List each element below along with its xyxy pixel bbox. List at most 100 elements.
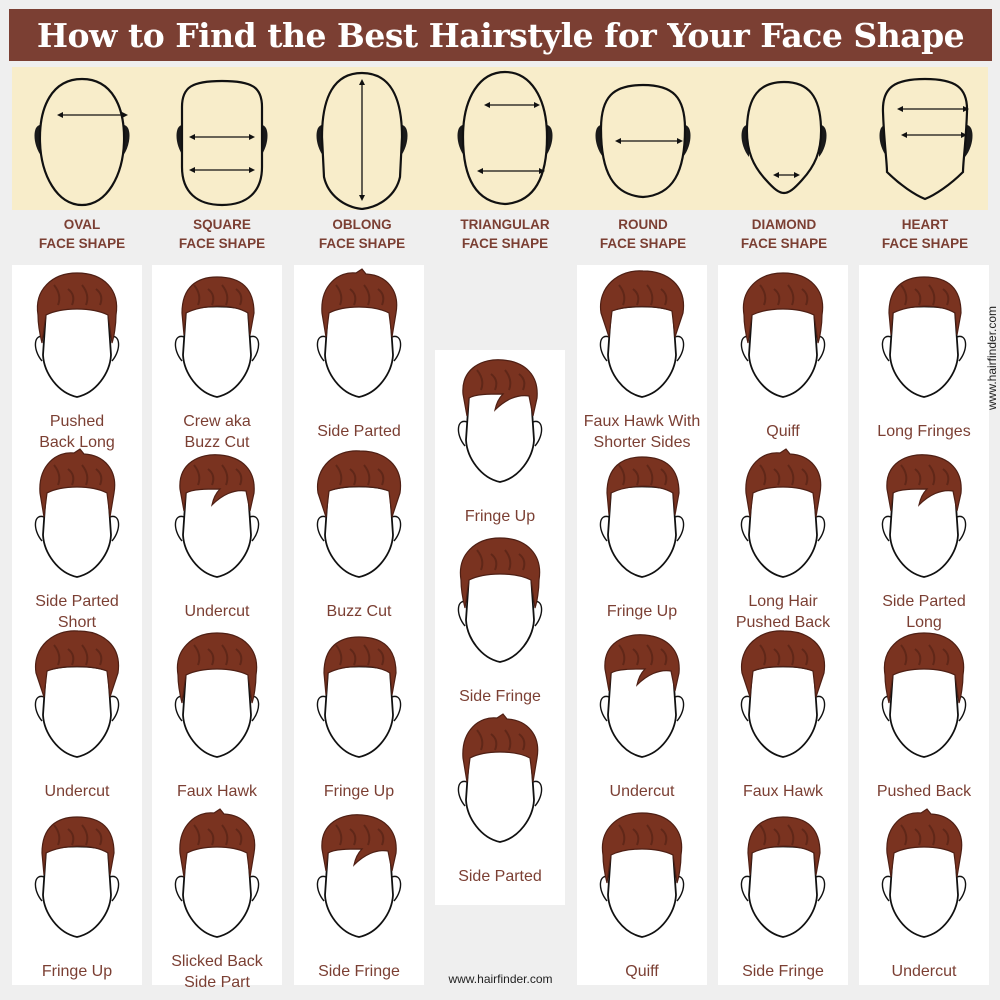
hairstyle-illustration-icon bbox=[34, 448, 120, 578]
hairstyle-card: Quiff bbox=[577, 805, 707, 985]
watermark-vertical: www.hairfinder.com bbox=[985, 305, 999, 410]
hairstyle-illustration-icon bbox=[740, 448, 826, 578]
hairstyle-column-diamond: Quiff Long Hair Pushed Back Faux Hawk Side F… bbox=[718, 265, 848, 985]
hairstyle-column-triangular: Fringe Up Side Fringe Side Parted bbox=[435, 350, 565, 905]
hairstyle-name: Slicked Back bbox=[171, 953, 263, 970]
face-outline bbox=[324, 665, 394, 758]
hairstyle-illustration-icon bbox=[881, 454, 967, 578]
hairstyle-illustration-icon bbox=[34, 630, 120, 758]
hairstyle-card: Fringe Up bbox=[435, 350, 565, 530]
hairstyle-illustration-icon bbox=[457, 359, 543, 483]
face-shape-suffix: FACE SHAPE bbox=[178, 236, 266, 251]
hairstyle-column-heart: Long Fringes Side Parted Long Pushed Back Un… bbox=[859, 265, 989, 985]
hairstyle-name: Faux Hawk With bbox=[583, 413, 701, 430]
hairstyle-card: Side Parted Short bbox=[12, 445, 142, 631]
hairstyle-name: Side Fringe bbox=[318, 963, 400, 980]
hairstyle-name: Side Parted bbox=[317, 423, 401, 440]
hairstyle-illustration-icon bbox=[174, 808, 260, 938]
face-shape-label: ROUND FACE SHAPE bbox=[573, 215, 713, 253]
face-outline bbox=[324, 305, 394, 398]
hairstyle-illustration-icon bbox=[34, 816, 120, 938]
face-shape-heart bbox=[855, 67, 995, 210]
hairstyle-card: Faux Hawk bbox=[718, 625, 848, 805]
face-shape-name: OBLONG bbox=[332, 217, 392, 232]
face-shape-name: HEART bbox=[901, 217, 949, 232]
hairstyle-name: Faux Hawk bbox=[742, 783, 824, 800]
hairstyle-label: Slicked Back Side Part bbox=[152, 951, 282, 993]
hairstyle-card: Fringe Up bbox=[294, 625, 424, 805]
face-outline-icon bbox=[457, 70, 553, 206]
hairstyle-card: Undercut bbox=[12, 625, 142, 805]
hairstyle-card: Fringe Up bbox=[12, 805, 142, 985]
hairstyle-label: Undercut bbox=[12, 781, 142, 802]
face-outline bbox=[748, 485, 818, 578]
face-outline bbox=[38, 77, 126, 207]
hairstyle-label: Fringe Up bbox=[294, 781, 424, 802]
hairstyle-card: Side Parted Long bbox=[859, 445, 989, 631]
face-shape-label: OVAL FACE SHAPE bbox=[12, 215, 152, 253]
hairstyle-name: Long Hair bbox=[748, 593, 818, 610]
hairstyle-card: Long Hair Pushed Back bbox=[718, 445, 848, 631]
hairstyle-name: Long Fringes bbox=[877, 423, 971, 440]
hairstyle-name: Undercut bbox=[184, 603, 250, 620]
hairstyle-name: Fringe Up bbox=[606, 603, 678, 620]
hairstyle-column-oval: Pushed Back Long Side Parted Short Undercut F… bbox=[12, 265, 142, 985]
hairstyle-name: Fringe Up bbox=[323, 783, 395, 800]
face-shape-name: OVAL bbox=[63, 217, 101, 232]
face-outline-icon bbox=[879, 77, 973, 201]
hairstyle-illustration-icon bbox=[457, 713, 543, 843]
hairstyle-label: Side Fringe bbox=[294, 961, 424, 982]
face-outline bbox=[889, 305, 959, 398]
hairstyle-illustration-icon bbox=[599, 270, 685, 398]
hairstyle-illustration-icon bbox=[457, 537, 543, 663]
face-outline bbox=[180, 79, 264, 207]
face-shape-triangular bbox=[435, 67, 575, 210]
hairstyle-card: Pushed Back bbox=[859, 625, 989, 805]
face-outline-icon bbox=[316, 71, 408, 210]
hairstyle-card: Buzz Cut bbox=[294, 445, 424, 625]
face-outline-icon bbox=[595, 83, 691, 199]
hairstyle-card: Faux Hawk bbox=[152, 625, 282, 805]
hairstyle-label: Fringe Up bbox=[435, 506, 565, 527]
face-shape-square bbox=[152, 67, 292, 210]
face-outline bbox=[748, 305, 818, 398]
hairstyle-name: Crew aka bbox=[183, 413, 251, 430]
hairstyle-label: Quiff bbox=[718, 421, 848, 442]
face-shape-suffix: FACE SHAPE bbox=[461, 236, 549, 251]
face-shape-suffix: FACE SHAPE bbox=[740, 236, 828, 251]
hairstyle-label: Quiff bbox=[577, 961, 707, 982]
hairstyle-column-square: Crew aka Buzz Cut Undercut Faux Hawk Slicked… bbox=[152, 265, 282, 991]
hairstyle-card: Slicked Back Side Part bbox=[152, 805, 282, 991]
hairstyle-illustration-icon bbox=[174, 454, 260, 578]
hairstyle-name: Faux Hawk bbox=[176, 783, 258, 800]
face-shape-suffix: FACE SHAPE bbox=[38, 236, 126, 251]
face-outline bbox=[607, 305, 677, 398]
hairstyle-card: Side Fringe bbox=[718, 805, 848, 985]
face-outline bbox=[889, 845, 959, 938]
hairstyle-label: Side Fringe bbox=[718, 961, 848, 982]
hairstyle-name: Side Parted bbox=[35, 593, 119, 610]
face-shape-diamond bbox=[714, 67, 854, 210]
hairstyle-name: Fringe Up bbox=[464, 508, 536, 525]
face-outline-icon bbox=[34, 77, 130, 207]
hairstyle-card: Side Fringe bbox=[435, 530, 565, 710]
hairstyle-name: Undercut bbox=[44, 783, 110, 800]
hairstyle-card: Faux Hawk With Shorter Sides bbox=[577, 265, 707, 451]
face-shape-name: ROUND bbox=[618, 217, 668, 232]
hairstyle-name: Fringe Up bbox=[41, 963, 113, 980]
hairstyle-name: Side Fringe bbox=[742, 963, 824, 980]
face-shape-suffix: FACE SHAPE bbox=[599, 236, 687, 251]
hairstyle-illustration-icon bbox=[740, 272, 826, 398]
hairstyle-card: Long Fringes bbox=[859, 265, 989, 445]
face-outline bbox=[182, 845, 252, 938]
hairstyle-label: Undercut bbox=[859, 961, 989, 982]
hairstyle-illustration-icon bbox=[740, 630, 826, 758]
hairstyle-illustration-icon bbox=[599, 456, 685, 578]
hairstyle-card: Undercut bbox=[152, 445, 282, 625]
hairstyle-name: Quiff bbox=[625, 963, 659, 980]
face-outline bbox=[607, 485, 677, 578]
face-shape-label: TRIANGULAR FACE SHAPE bbox=[435, 215, 575, 253]
hairstyle-illustration-icon bbox=[881, 808, 967, 938]
face-outline bbox=[745, 80, 823, 195]
hairstyle-name: Undercut bbox=[609, 783, 675, 800]
